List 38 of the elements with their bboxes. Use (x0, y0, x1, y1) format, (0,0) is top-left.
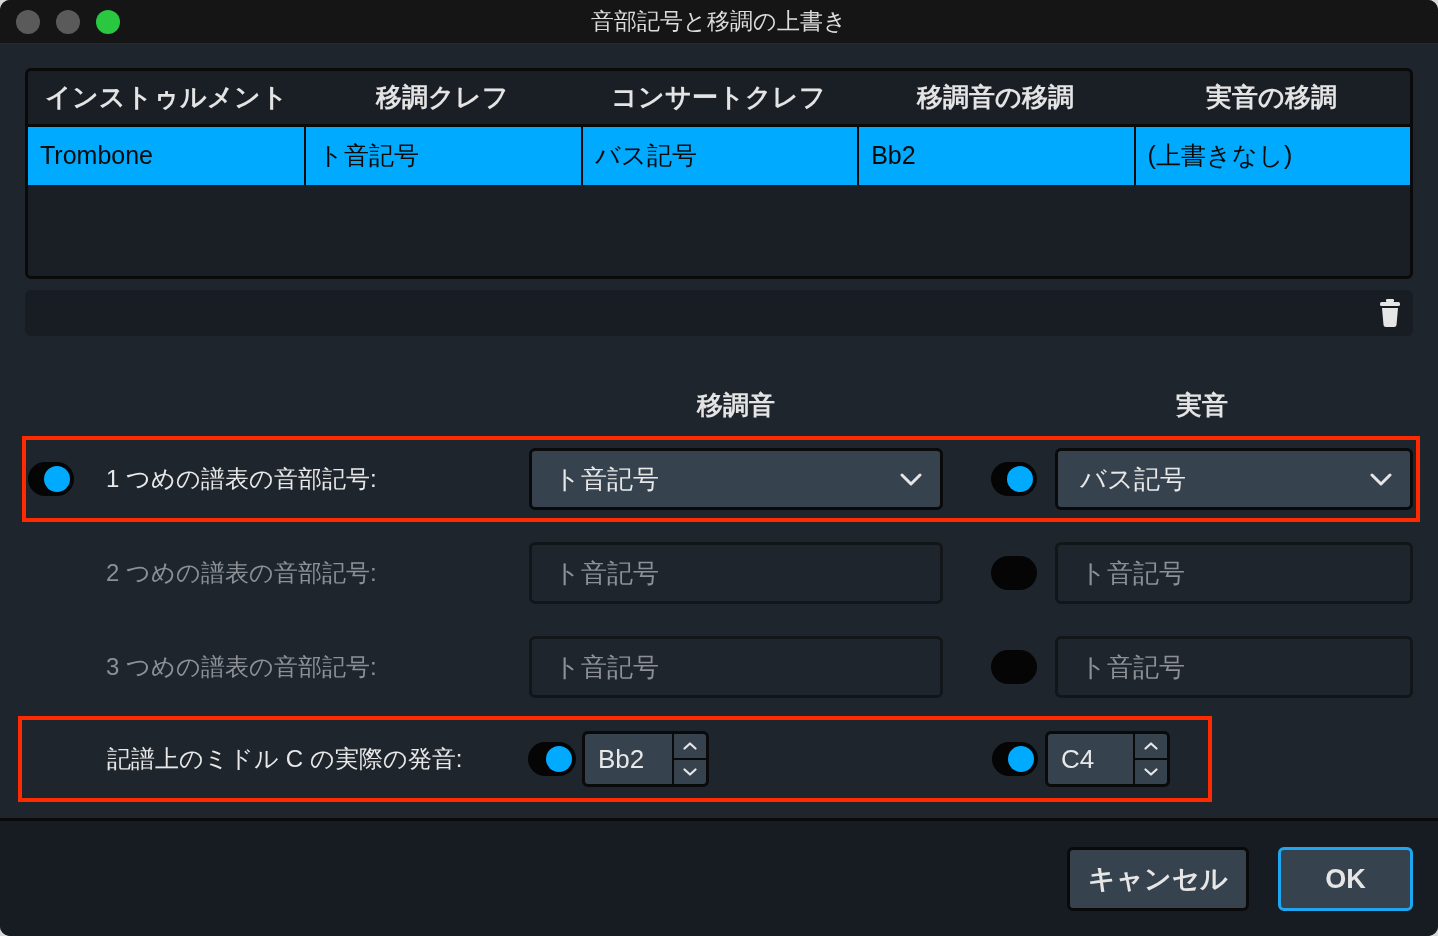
table-row[interactable]: Trombone ト音記号 バス記号 Bb2 (上書きなし) (28, 127, 1410, 185)
toggle-switch[interactable] (528, 742, 576, 776)
dialog-button[interactable]: キャンセル (1067, 847, 1249, 911)
window-title: 音部記号と移調の上書き (591, 7, 847, 37)
column-header[interactable]: 実音の移調 (1133, 78, 1410, 117)
dropdown[interactable]: バス記号 (1055, 448, 1413, 510)
table-cell: ト音記号 (304, 127, 581, 185)
window-zoom-icon[interactable] (96, 9, 120, 34)
column-header[interactable]: コンサートクレフ (580, 78, 858, 117)
value-field[interactable]: C4 (1048, 734, 1133, 784)
trash-icon[interactable] (1380, 299, 1400, 327)
table-cell: Bb2 (857, 127, 1134, 185)
toggle-switch[interactable] (992, 742, 1038, 776)
table-cell: (上書きなし) (1133, 127, 1410, 185)
column-header: 移調音 (695, 388, 776, 422)
window-close-icon[interactable] (16, 9, 40, 34)
row-label: 2 つめの譜表の音部記号: (105, 558, 378, 588)
chevron-up-icon (683, 742, 697, 750)
column-header[interactable]: 移調音の移調 (857, 78, 1134, 117)
row-label: 3 つめの譜表の音部記号: (105, 652, 378, 682)
chevron-down-icon (683, 768, 697, 776)
window-minimize-icon[interactable] (56, 9, 80, 34)
chevron-up-icon (1144, 742, 1158, 750)
chevron-down-icon (1144, 768, 1158, 776)
table-cell: バス記号 (580, 127, 858, 185)
chevron-down-icon (1370, 472, 1392, 486)
chevron-down-icon (900, 472, 922, 486)
column-header: 実音 (1175, 388, 1229, 422)
column-header[interactable]: 移調クレフ (304, 78, 581, 117)
toggle-switch[interactable] (28, 462, 74, 496)
row-label: 記譜上のミドル C の実際の発音: (107, 744, 464, 774)
toggle-switch[interactable] (991, 462, 1037, 496)
ok-button[interactable]: OK (1278, 847, 1413, 911)
value-field[interactable]: Bb2 (585, 734, 672, 784)
row-label: 1 つめの譜表の音部記号: (105, 464, 378, 494)
table-cell-text: Trombone (39, 140, 154, 172)
column-header[interactable]: インストゥルメント (28, 78, 305, 117)
dropdown[interactable]: ト音記号 (529, 448, 943, 510)
